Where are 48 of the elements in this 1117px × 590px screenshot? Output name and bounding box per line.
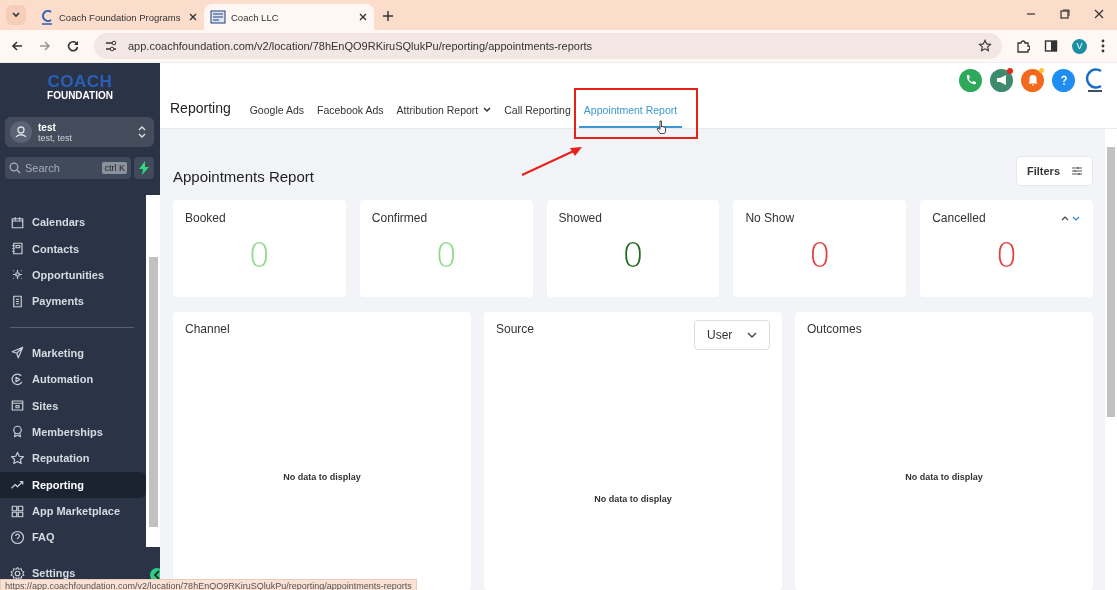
search-bar[interactable]: Search ctrl K	[5, 157, 131, 179]
stat-value: 0	[808, 235, 831, 275]
sidebar-item[interactable]: Automation	[0, 365, 146, 393]
profile-avatar[interactable]: V	[1072, 38, 1087, 54]
search-field[interactable]: Search	[25, 162, 85, 174]
sidebar-item[interactable]: Marketing	[0, 339, 146, 366]
stat-label: Showed	[558, 211, 602, 225]
tab-title: Coach Foundation Programs	[59, 11, 182, 23]
stat-label: No Show	[745, 211, 795, 225]
sidebar-item[interactable]: Contacts	[0, 235, 146, 262]
panel-title: Outcomes	[807, 322, 862, 336]
filters-button[interactable]: Filters	[1016, 156, 1093, 186]
tab-title: Coach LLC	[231, 11, 280, 23]
shortcut-key: ctrl K	[102, 162, 127, 174]
account-switcher[interactable]: test test, test	[5, 117, 154, 147]
sidebar-item[interactable]: Opportunities	[0, 261, 146, 289]
nav-tab[interactable]: Facebook Ads	[312, 104, 389, 128]
stat-value: 0	[622, 235, 644, 275]
nav-tab[interactable]: Google Ads	[244, 104, 309, 128]
sidebar-item[interactable]: App Marketplace	[0, 497, 146, 525]
sidebar-item[interactable]: Reporting	[0, 471, 146, 498]
stat-label: Cancelled	[932, 211, 986, 225]
panel-title: Channel	[185, 322, 230, 336]
page-title: Reporting	[170, 100, 231, 118]
panel-title: Source	[496, 322, 535, 338]
stat-label: Booked	[185, 211, 226, 225]
nav-tab[interactable]: Attribution Report	[391, 104, 497, 128]
empty-message: No data to display	[283, 472, 361, 482]
sidebar-item[interactable]: Calendars	[0, 209, 146, 236]
sidebar-item[interactable]: Reputation	[0, 445, 146, 472]
empty-message: No data to display	[905, 472, 983, 482]
browser-tab[interactable]: Coach LLC	[204, 4, 374, 30]
stat-value: 0	[248, 235, 271, 275]
sidebar-item[interactable]: Memberships	[0, 418, 146, 446]
report-title: Appointments Report	[173, 167, 314, 185]
address-field[interactable]: app.coachfoundation.com/v2/location/78hEnQO9RKiruSQlukPu/reporting/appointments-reports	[94, 33, 1002, 59]
sidebar-item[interactable]: Payments	[0, 288, 146, 315]
stat-value: 0	[995, 235, 1018, 275]
source-dropdown[interactable]: User	[694, 320, 770, 350]
empty-message: No data to display	[594, 494, 672, 504]
stat-value: 0	[435, 235, 457, 275]
logo: COACH FOUNDATION	[47, 71, 113, 103]
nav-tab[interactable]: Call Reporting	[499, 104, 576, 128]
sidebar-item[interactable]: FAQ	[0, 524, 146, 547]
browser-tab[interactable]: Coach Foundation Programs	[34, 4, 204, 30]
sidebar-item[interactable]: Sites	[0, 392, 146, 419]
link-preview-tooltip: https://app.coachfoundation.com/v2/location/78hEnQO9RKiruSQlukPu/reporting/appointments-reports	[0, 579, 417, 590]
stat-label: Confirmed	[371, 211, 428, 225]
